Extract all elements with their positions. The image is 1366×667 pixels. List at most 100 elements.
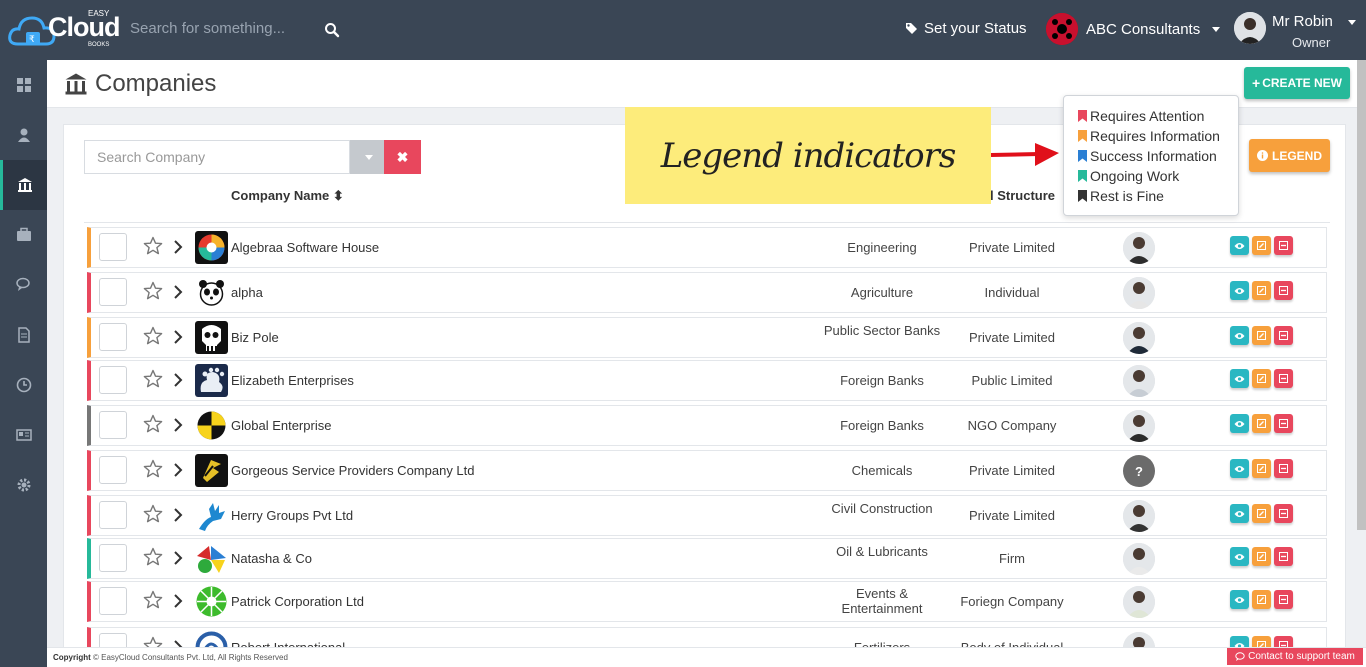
company-name[interactable]: alpha bbox=[231, 285, 263, 300]
table-row[interactable]: Algebraa Software House Engineering Privat… bbox=[87, 227, 1327, 268]
chevron-right-icon[interactable] bbox=[173, 508, 183, 522]
row-checkbox[interactable] bbox=[99, 323, 127, 351]
view-button[interactable] bbox=[1230, 236, 1249, 255]
create-new-button[interactable]: + CREATE NEW bbox=[1244, 67, 1350, 99]
company-name[interactable]: Biz Pole bbox=[231, 330, 279, 345]
table-row[interactable]: Natasha & Co Oil & Lubricants Firm bbox=[87, 538, 1327, 579]
table-row[interactable]: Global Enterprise Foreign Banks NGO Compan… bbox=[87, 405, 1327, 446]
sidebar-item-news[interactable] bbox=[0, 410, 47, 460]
company-name[interactable]: Herry Groups Pvt Ltd bbox=[231, 508, 353, 523]
sidebar-item-companies[interactable] bbox=[0, 160, 47, 210]
view-button[interactable] bbox=[1230, 326, 1249, 345]
sidebar-item-chat[interactable] bbox=[0, 260, 47, 310]
delete-button[interactable] bbox=[1274, 369, 1293, 388]
row-checkbox[interactable] bbox=[99, 233, 127, 261]
view-button[interactable] bbox=[1230, 590, 1249, 609]
chevron-right-icon[interactable] bbox=[173, 240, 183, 254]
global-search-input[interactable]: Search for something... bbox=[130, 20, 285, 37]
view-button[interactable] bbox=[1230, 281, 1249, 300]
sidebar-item-users[interactable] bbox=[0, 110, 47, 160]
edit-button[interactable] bbox=[1252, 459, 1271, 478]
star-icon[interactable] bbox=[143, 414, 163, 434]
view-button[interactable] bbox=[1230, 459, 1249, 478]
delete-button[interactable] bbox=[1274, 504, 1293, 523]
star-icon[interactable] bbox=[143, 590, 163, 610]
column-header-legal-structure[interactable]: l Structure bbox=[990, 188, 1055, 203]
company-name[interactable]: Patrick Corporation Ltd bbox=[231, 594, 364, 609]
table-row[interactable]: alpha Agriculture Individual bbox=[87, 272, 1327, 313]
edit-button[interactable] bbox=[1252, 236, 1271, 255]
chevron-right-icon[interactable] bbox=[173, 463, 183, 477]
delete-button[interactable] bbox=[1274, 547, 1293, 566]
star-icon[interactable] bbox=[143, 326, 163, 346]
search-icon[interactable] bbox=[324, 22, 340, 38]
app-logo[interactable]: ₹ Cloud EASY BOOKS bbox=[8, 6, 120, 54]
assignee-avatar[interactable] bbox=[1123, 500, 1155, 532]
assignee-avatar[interactable]: ? bbox=[1123, 455, 1155, 487]
delete-button[interactable] bbox=[1274, 590, 1293, 609]
view-button[interactable] bbox=[1230, 414, 1249, 433]
star-icon[interactable] bbox=[143, 236, 163, 256]
row-checkbox[interactable] bbox=[99, 501, 127, 529]
edit-button[interactable] bbox=[1252, 590, 1271, 609]
star-icon[interactable] bbox=[143, 281, 163, 301]
company-switcher[interactable]: ABC Consultants bbox=[1046, 13, 1221, 45]
table-row[interactable]: Patrick Corporation Ltd Events & Entertai… bbox=[87, 581, 1327, 622]
company-name[interactable]: Global Enterprise bbox=[231, 418, 331, 433]
star-icon[interactable] bbox=[143, 547, 163, 567]
edit-button[interactable] bbox=[1252, 281, 1271, 300]
row-checkbox[interactable] bbox=[99, 411, 127, 439]
set-status-button[interactable]: Set your Status bbox=[905, 20, 1027, 37]
chevron-right-icon[interactable] bbox=[173, 330, 183, 344]
column-header-company-name[interactable]: Company Name ⬍ bbox=[231, 188, 344, 204]
company-name[interactable]: Algebraa Software House bbox=[231, 240, 379, 255]
star-icon[interactable] bbox=[143, 369, 163, 389]
delete-button[interactable] bbox=[1274, 414, 1293, 433]
search-options-button[interactable] bbox=[350, 140, 384, 174]
row-checkbox[interactable] bbox=[99, 587, 127, 615]
assignee-avatar[interactable] bbox=[1123, 410, 1155, 442]
edit-button[interactable] bbox=[1252, 369, 1271, 388]
company-name[interactable]: Elizabeth Enterprises bbox=[231, 373, 354, 388]
view-button[interactable] bbox=[1230, 369, 1249, 388]
delete-button[interactable] bbox=[1274, 281, 1293, 300]
assignee-avatar[interactable] bbox=[1123, 365, 1155, 397]
star-icon[interactable] bbox=[143, 459, 163, 479]
sidebar-item-jobs[interactable] bbox=[0, 210, 47, 260]
chevron-right-icon[interactable] bbox=[173, 551, 183, 565]
chevron-right-icon[interactable] bbox=[173, 418, 183, 432]
view-button[interactable] bbox=[1230, 547, 1249, 566]
assignee-avatar[interactable] bbox=[1123, 232, 1155, 264]
assignee-avatar[interactable] bbox=[1123, 277, 1155, 309]
sidebar-item-documents[interactable] bbox=[0, 310, 47, 360]
table-row[interactable]: Elizabeth Enterprises Foreign Banks Public… bbox=[87, 360, 1327, 401]
company-name[interactable]: Natasha & Co bbox=[231, 551, 312, 566]
sidebar-item-dashboard[interactable] bbox=[0, 60, 47, 110]
edit-button[interactable] bbox=[1252, 547, 1271, 566]
chevron-right-icon[interactable] bbox=[173, 285, 183, 299]
row-checkbox[interactable] bbox=[99, 366, 127, 394]
page-scrollbar[interactable] bbox=[1357, 60, 1366, 530]
table-row[interactable]: Gorgeous Service Providers Company Ltd Ch… bbox=[87, 450, 1327, 491]
edit-button[interactable] bbox=[1252, 326, 1271, 345]
delete-button[interactable] bbox=[1274, 326, 1293, 345]
chevron-right-icon[interactable] bbox=[173, 594, 183, 608]
assignee-avatar[interactable] bbox=[1123, 543, 1155, 575]
delete-button[interactable] bbox=[1274, 459, 1293, 478]
table-row[interactable]: Biz Pole Public Sector Banks Private Limit… bbox=[87, 317, 1327, 358]
clear-search-button[interactable]: ✖ bbox=[384, 140, 421, 174]
chevron-right-icon[interactable] bbox=[173, 373, 183, 387]
table-row[interactable]: Herry Groups Pvt Ltd Civil Construction Pr… bbox=[87, 495, 1327, 536]
company-name[interactable]: Gorgeous Service Providers Company Ltd bbox=[231, 463, 475, 478]
sidebar-item-time[interactable] bbox=[0, 360, 47, 410]
view-button[interactable] bbox=[1230, 504, 1249, 523]
star-icon[interactable] bbox=[143, 504, 163, 524]
assignee-avatar[interactable] bbox=[1123, 322, 1155, 354]
company-search-input[interactable]: Search Company bbox=[84, 140, 350, 174]
edit-button[interactable] bbox=[1252, 504, 1271, 523]
assignee-avatar[interactable] bbox=[1123, 586, 1155, 618]
row-checkbox[interactable] bbox=[99, 544, 127, 572]
contact-support-button[interactable]: Contact to support team bbox=[1227, 648, 1363, 665]
row-checkbox[interactable] bbox=[99, 278, 127, 306]
sidebar-item-settings[interactable] bbox=[0, 460, 47, 510]
